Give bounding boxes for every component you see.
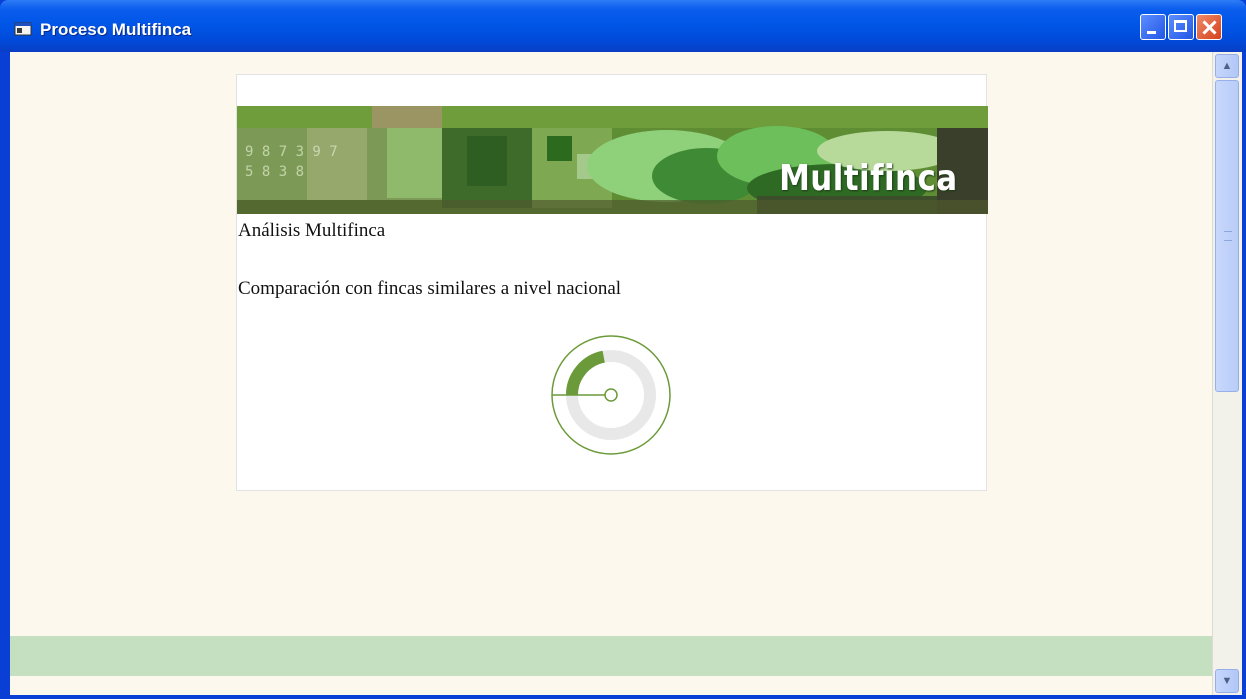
scrollbar-thumb[interactable]: [1215, 80, 1239, 392]
vertical-scrollbar[interactable]: ▲ ▼: [1212, 52, 1242, 695]
scroll-down-arrow-icon[interactable]: ▼: [1215, 669, 1239, 693]
banner-title: Multifinca: [779, 158, 958, 199]
gauge-fill-arc: [566, 350, 606, 396]
page-heading: Análisis Multifinca: [238, 220, 386, 241]
window-app-icon: [14, 22, 32, 36]
window-title: Proceso Multifinca: [40, 20, 192, 39]
scrollbar-grip: [1224, 231, 1232, 241]
comparison-gauge: [551, 335, 671, 455]
close-icon[interactable]: [1196, 14, 1222, 40]
header-banner: 9 8 7 3 9 7 5 8 3 8 Multifinca: [237, 106, 988, 214]
title-bar[interactable]: Proceso Multifinca: [0, 0, 1246, 52]
page-subheading: Comparación con fincas similares a nivel…: [238, 278, 622, 299]
svg-text:5 8 3 8: 5 8 3 8: [245, 164, 304, 180]
app-window: Proceso Multifinca 9 8 7 3 9 7 5 8 3 8 M…: [0, 0, 1246, 699]
content-panel: 9 8 7 3 9 7 5 8 3 8 Multifinca Análisis …: [236, 74, 988, 491]
minimize-icon[interactable]: [1140, 14, 1166, 40]
client-area: 9 8 7 3 9 7 5 8 3 8 Multifinca Análisis …: [10, 52, 1212, 695]
svg-text:9 8 7 3 9 7: 9 8 7 3 9 7: [245, 144, 338, 160]
maximize-icon[interactable]: [1168, 14, 1194, 40]
gauge-center: [604, 388, 618, 402]
footer-band: [10, 636, 1212, 676]
scroll-up-arrow-icon[interactable]: ▲: [1215, 54, 1239, 78]
